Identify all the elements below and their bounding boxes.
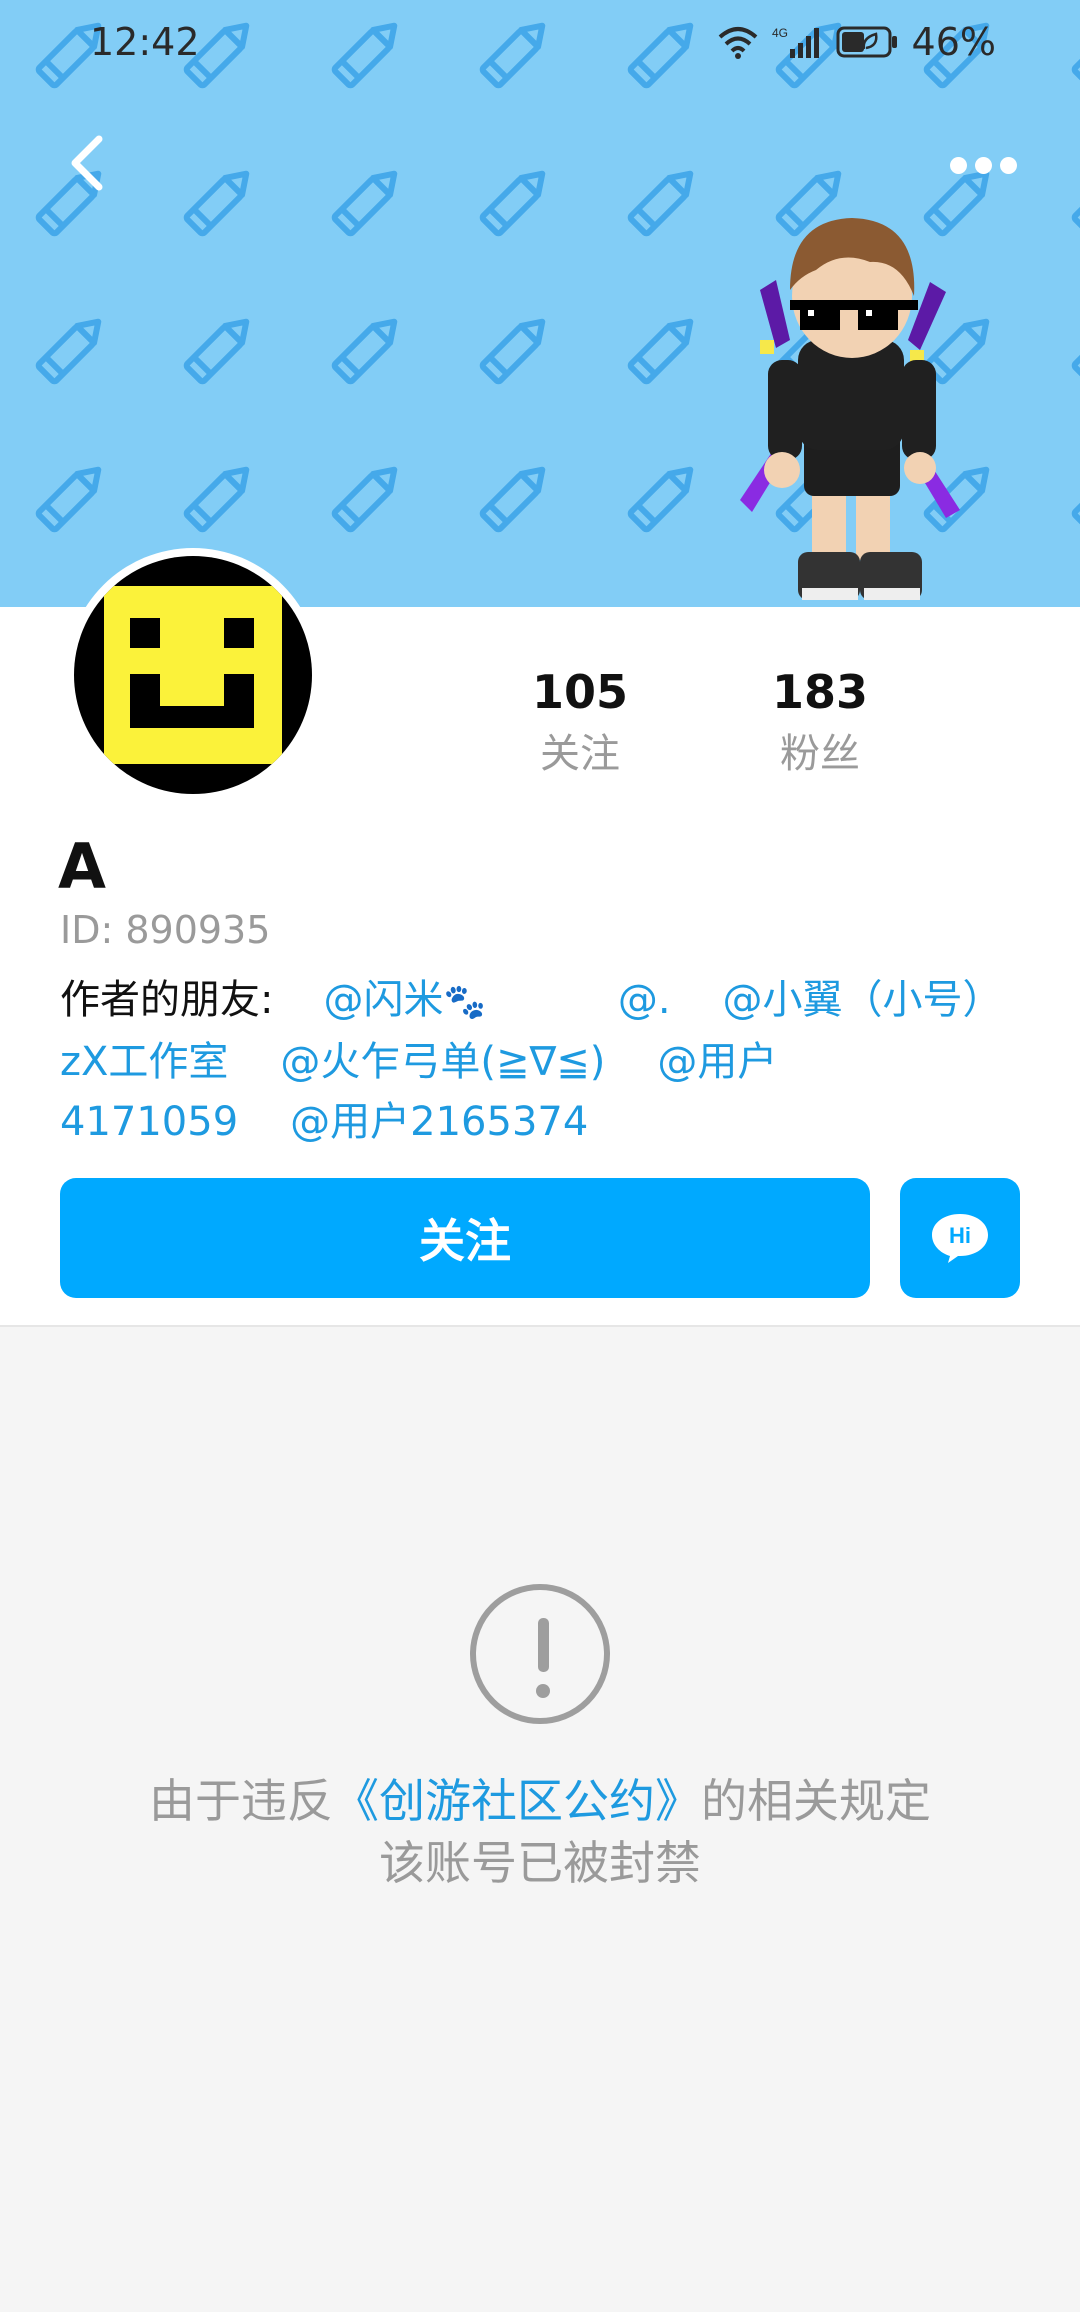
more-dots-icon (949, 156, 967, 174)
ban-notice-status: 该账号已被封禁 (379, 1836, 701, 1890)
cellular-signal-icon: 4G (772, 26, 819, 58)
paw-icon: 🐾 (443, 982, 486, 1022)
fans-count: 183 (771, 665, 869, 719)
friend-link[interactable]: @火乍弓单(≧∇≦) (280, 1039, 605, 1085)
following-label: 关注 (540, 731, 620, 777)
character-illustration (740, 218, 960, 600)
ban-notice-prefix: 由于违反 (149, 1774, 333, 1828)
more-options-button[interactable] (938, 140, 1028, 190)
username: A (58, 830, 106, 903)
svg-text:4G: 4G (772, 26, 788, 40)
avatar[interactable] (66, 548, 320, 802)
follow-button[interactable]: 关注 (60, 1178, 870, 1298)
profile-banner: 12:42 4G 46% (0, 0, 1080, 607)
friend-link[interactable]: @闪米🐾 (323, 977, 485, 1023)
battery-icon (836, 26, 897, 58)
friend-link[interactable]: @用户2165374 (290, 1099, 588, 1145)
wifi-icon (718, 27, 757, 59)
user-id: ID: 890935 (60, 908, 271, 952)
friend-link[interactable]: @. (618, 977, 671, 1023)
back-button[interactable] (52, 128, 122, 198)
warning-icon (470, 1584, 610, 1724)
svg-text:Hi: Hi (949, 1223, 971, 1248)
follow-button-label: 关注 (419, 1214, 511, 1268)
ban-notice-suffix: 的相关规定 (701, 1774, 931, 1828)
fans-label: 粉丝 (780, 731, 860, 777)
ban-notice: 由于违反《创游社区公约》的相关规定 该账号已被封禁 (0, 1770, 1080, 1894)
friends-label: 作者的朋友: (60, 977, 274, 1023)
hi-chat-bubble-icon: Hi (932, 1214, 988, 1263)
following-stat[interactable]: 105 关注 (520, 660, 640, 784)
author-friends: 作者的朋友: @闪米🐾 @. @小翼（小号）zX工作室 @火乍弓单(≧∇≦) @用户417… (60, 970, 1020, 1152)
community-rules-link[interactable]: 《创游社区公约》 (333, 1774, 701, 1828)
chevron-left-icon (71, 135, 103, 191)
message-button[interactable]: Hi (900, 1178, 1020, 1298)
battery-percent: 46% (911, 20, 996, 64)
following-count: 105 (531, 665, 629, 719)
status-time: 12:42 (90, 20, 200, 64)
fans-stat[interactable]: 183 粉丝 (760, 660, 880, 784)
pixel-smiley-avatar-icon (104, 586, 282, 764)
status-bar: 12:42 4G 46% (0, 0, 1080, 86)
